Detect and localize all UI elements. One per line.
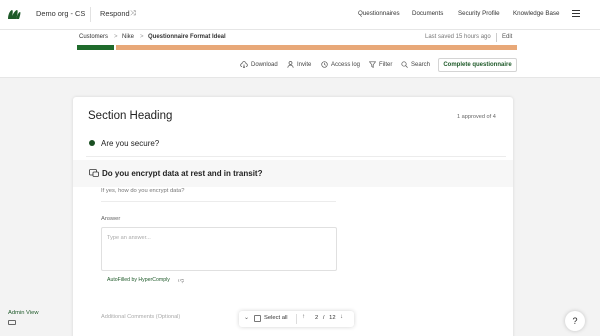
access-log-label: Access log (331, 61, 361, 68)
filter-label: Filter (379, 61, 393, 68)
select-all-checkbox[interactable] (254, 315, 261, 322)
nav-knowledge-base[interactable]: Knowledge Base (513, 10, 559, 17)
divider (101, 201, 336, 202)
breadcrumb-customers[interactable]: Customers (79, 34, 108, 40)
chevron-right-icon: > (114, 34, 118, 40)
help-button[interactable]: ? (565, 311, 585, 331)
question-1[interactable]: Are you secure? (101, 139, 159, 148)
answer-textarea[interactable] (101, 227, 337, 271)
filter-button[interactable]: Filter (369, 61, 392, 68)
last-saved-status: Last saved 15 hours ago (425, 34, 491, 40)
breadcrumb-nike[interactable]: Nike (122, 34, 134, 40)
search-button[interactable]: Search (401, 61, 430, 68)
menu-icon[interactable] (572, 10, 580, 18)
divider (86, 156, 506, 157)
chat-bubble-icon (89, 169, 99, 177)
nav-security-profile[interactable]: Security Profile (458, 10, 500, 17)
approved-status-dot (89, 140, 95, 146)
mode-respond[interactable]: Respond (100, 9, 130, 18)
autofill-source-link[interactable]: AutoFilled by HyperComply (107, 277, 170, 283)
divider (296, 314, 297, 324)
cloud-download-icon (240, 61, 248, 68)
select-all-label[interactable]: Select all (264, 315, 288, 321)
access-log-button[interactable]: Access log (321, 61, 360, 68)
bulk-action-pager: ⌄ Select all ↑ 2 / 12 ↓ (239, 311, 354, 327)
total-questions: 12 (329, 315, 336, 321)
admin-view-link[interactable]: Admin View (8, 310, 39, 316)
filter-icon (369, 61, 376, 68)
divider (496, 33, 497, 42)
answer-label: Answer (101, 216, 121, 222)
nav-documents[interactable]: Documents (412, 10, 443, 17)
edit-button[interactable]: Edit (502, 34, 512, 40)
progress-divider (114, 45, 116, 50)
section-heading: Section Heading (88, 110, 173, 122)
toolbar: Download Invite Access log Filter Search… (0, 54, 600, 78)
search-icon (401, 61, 408, 68)
approval-progress-bar (77, 45, 517, 50)
complete-questionnaire-button[interactable]: Complete questionnaire (438, 58, 517, 72)
breadcrumb-bar: Customers > Nike > Questionnaire Format … (0, 30, 600, 54)
chevron-down-icon[interactable]: ⌄ (244, 314, 249, 321)
invite-button[interactable]: Invite (287, 61, 311, 68)
search-label: Search (411, 61, 431, 68)
nav-questionnaires[interactable]: Questionnaires (358, 10, 400, 17)
question-2[interactable]: Do you encrypt data at rest and in trans… (102, 169, 262, 178)
org-name[interactable]: Demo org - CS (36, 9, 85, 18)
progress-approved-segment (77, 45, 115, 50)
section-card: Section Heading 1 approved of 4 Are you … (73, 97, 513, 336)
page-indicator: 2 / 12 (315, 315, 336, 321)
keyboard-icon[interactable] (8, 320, 16, 325)
top-navbar: Demo org - CS Respond ⤨ Questionnaires D… (0, 0, 600, 30)
additional-comments-label: Additional Comments (Optional) (101, 314, 181, 320)
person-icon (287, 61, 294, 68)
download-button[interactable]: Download (240, 61, 278, 68)
divider (90, 7, 91, 22)
answer-placeholder: Type an answer... (107, 235, 151, 241)
page-separator: / (322, 315, 325, 321)
arrow-up-icon[interactable]: ↑ (302, 314, 305, 320)
approved-count: 1 approved of 4 (457, 114, 496, 120)
sub-question: If yes, how do you encrypt data? (101, 188, 185, 194)
chevron-right-icon: > (140, 34, 144, 40)
breadcrumb-current: Questionnaire Format Ideal (148, 34, 226, 40)
download-label: Download (251, 61, 278, 68)
invite-label: Invite (297, 61, 312, 68)
switch-mode-icon[interactable]: ⤨ (130, 10, 136, 18)
thumbs-down-icon[interactable]: 👎︎ (178, 276, 184, 284)
history-icon (321, 61, 328, 68)
logo-icon[interactable] (7, 9, 21, 20)
arrow-down-icon[interactable]: ↓ (340, 314, 343, 320)
current-question: 2 (315, 315, 319, 321)
